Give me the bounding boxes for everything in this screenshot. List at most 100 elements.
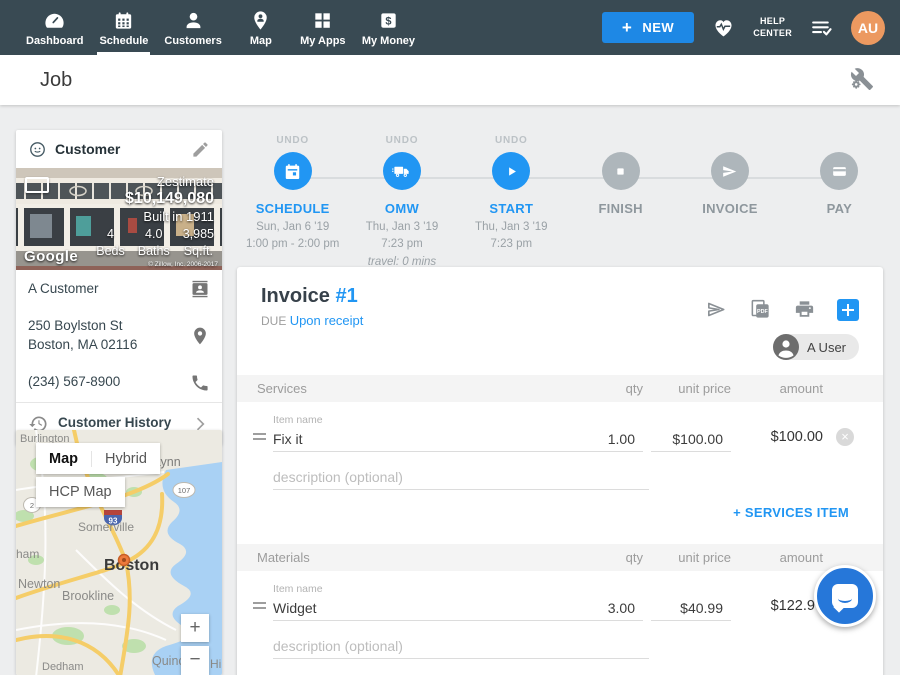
map-widget[interactable]: 107 2 93 Burlington Lynn Somerville ham … (16, 430, 222, 675)
photo-copyright: © Zillow, Inc. 2006-2017 (148, 261, 218, 268)
user-avatar[interactable]: AU (851, 11, 885, 45)
invoice-actions: PDF (705, 285, 859, 328)
material-qty-input[interactable] (573, 598, 643, 621)
material-description-input[interactable] (273, 636, 649, 659)
customer-phone-row[interactable]: (234) 567-8900 (16, 364, 222, 402)
step-invoice-button[interactable] (711, 152, 749, 190)
edit-customer-button[interactable] (191, 140, 210, 159)
nav-label: Dashboard (26, 35, 83, 47)
remove-service-item-button[interactable]: × (836, 428, 854, 446)
property-photo[interactable]: Zestimate $10,149,080 Built in 1911 4Bed… (16, 168, 222, 270)
contact-card-icon (190, 279, 210, 299)
map-type-hybrid-button[interactable]: Hybrid (91, 451, 160, 467)
add-invoice-item-button[interactable] (837, 299, 859, 321)
drag-handle-icon[interactable] (253, 599, 273, 621)
help-center-link[interactable]: HELP CENTER (753, 16, 792, 39)
nav-item-my-apps[interactable]: My Apps (292, 0, 354, 55)
job-progress-steps: UNDO SCHEDULE Sun, Jan 6 '191:00 pm - 2:… (238, 130, 894, 268)
step-pay-button[interactable] (820, 152, 858, 190)
customer-name: A Customer (28, 280, 190, 299)
new-button-label: NEW (642, 20, 674, 35)
nav-item-map[interactable]: Map (230, 0, 292, 55)
service-amount: $100.00 (731, 429, 823, 452)
service-qty-input[interactable] (573, 429, 643, 452)
new-button[interactable]: + NEW (602, 12, 694, 43)
materials-section-header: Materials qty unit price amount (237, 544, 883, 571)
stat-sqft: 3,985Sq.ft. (183, 226, 214, 260)
map-label: Dedham (42, 661, 84, 673)
step-schedule-button[interactable] (274, 152, 312, 190)
step-finish-button[interactable] (602, 152, 640, 190)
map-zoom-in-button[interactable]: + (181, 614, 209, 642)
nav-item-dashboard[interactable]: Dashboard (18, 0, 91, 55)
customer-card-header: Customer (16, 130, 222, 168)
step-label: SCHEDULE (238, 201, 347, 216)
undo-schedule-link[interactable]: UNDO (238, 135, 347, 148)
assigned-user-name: A User (807, 340, 846, 355)
service-name-input[interactable] (273, 429, 573, 452)
job-settings-button[interactable] (850, 67, 874, 94)
calendar-icon (283, 162, 302, 181)
print-button[interactable] (793, 298, 816, 321)
assigned-user-row: A User (237, 328, 883, 375)
location-pin-icon (190, 326, 210, 346)
chat-fab-button[interactable] (814, 565, 876, 627)
hcp-map-button[interactable]: HCP Map (36, 477, 125, 507)
add-service-row: + SERVICES ITEM (237, 490, 883, 544)
assigned-user-pill[interactable]: A User (773, 334, 859, 360)
step-schedule: UNDO SCHEDULE Sun, Jan 6 '191:00 pm - 2:… (238, 130, 347, 268)
pdf-button[interactable]: PDF (749, 298, 772, 321)
section-title: Services (257, 381, 573, 396)
invoice-due: DUE Upon receipt (261, 313, 363, 328)
column-header-unit-price: unit price (643, 381, 731, 396)
nav-item-schedule[interactable]: Schedule (91, 0, 156, 55)
material-unit-price-input[interactable] (651, 598, 731, 621)
map-label: ham (16, 547, 39, 561)
add-services-item-button[interactable]: + SERVICES ITEM (733, 505, 849, 520)
material-description-row (237, 621, 883, 659)
svg-text:$: $ (385, 15, 391, 27)
step-start: UNDO START Thu, Jan 3 '197:23 pm (457, 130, 566, 268)
page-title: Job (40, 69, 72, 92)
step-label: FINISH (566, 201, 675, 216)
step-omw-button[interactable] (383, 152, 421, 190)
step-finish: FINISH (566, 130, 675, 268)
map-zoom-out-button[interactable]: − (181, 646, 209, 675)
invoice-number[interactable]: #1 (335, 285, 357, 307)
undo-omw-link[interactable]: UNDO (347, 135, 456, 148)
list-check-icon (809, 15, 834, 40)
service-unit-price-input[interactable] (651, 429, 731, 452)
nav-item-customers[interactable]: Customers (156, 0, 229, 55)
property-stats: 4Beds 4.0Baths 3,985Sq.ft. (96, 226, 214, 260)
stop-icon (611, 162, 630, 181)
send-invoice-button[interactable] (705, 298, 728, 321)
nav-item-my-money[interactable]: $ My Money (354, 0, 423, 55)
plus-icon: + (622, 18, 632, 38)
customer-address-row[interactable]: 250 Boylston St Boston, MA 02116 (16, 308, 222, 364)
step-label: OMW (347, 201, 456, 216)
send-icon (720, 162, 739, 181)
nav-label: Map (250, 35, 272, 47)
svg-text:107: 107 (178, 486, 191, 495)
drag-handle-icon[interactable] (253, 430, 273, 452)
step-start-detail: Thu, Jan 3 '197:23 pm (457, 219, 566, 254)
route-badge-107: 107 (173, 483, 195, 498)
customer-name-row[interactable]: A Customer (16, 270, 222, 308)
service-description-input[interactable] (273, 467, 649, 490)
step-omw: UNDO OMW Thu, Jan 3 '197:23 pm travel: 0… (347, 130, 456, 268)
zestimate-block: Zestimate $10,149,080 Built in 1911 4Bed… (96, 174, 214, 260)
map-label: Brookline (62, 589, 114, 603)
column-header-amount: amount (731, 550, 823, 565)
invoice-due-value[interactable]: Upon receipt (290, 313, 364, 328)
map-type-map-button[interactable]: Map (36, 451, 91, 467)
apps-grid-icon (311, 9, 334, 32)
material-name-input[interactable] (273, 598, 573, 621)
step-start-button[interactable] (492, 152, 530, 190)
material-amount: $122.97 (731, 598, 823, 621)
undo-start-link[interactable]: UNDO (457, 135, 566, 148)
column-header-amount: amount (731, 381, 823, 396)
chat-bubble-icon (832, 584, 858, 608)
health-button[interactable] (711, 15, 736, 40)
stat-beds: 4Beds (96, 226, 125, 260)
task-list-button[interactable] (809, 15, 834, 40)
